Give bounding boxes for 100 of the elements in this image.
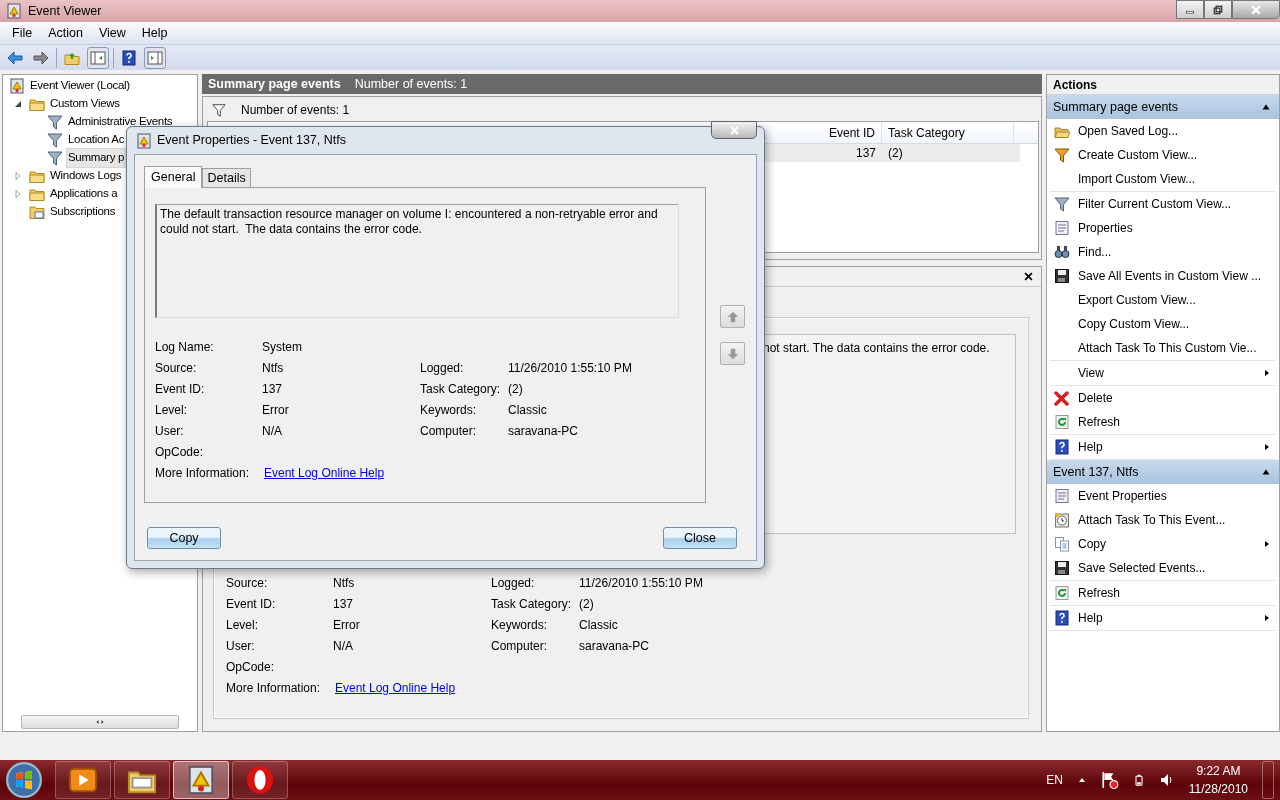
filter-icon xyxy=(211,103,227,117)
help-link[interactable]: Event Log Online Help xyxy=(264,463,385,482)
pane-command[interactable]: Open Saved Log... xyxy=(1050,119,1275,143)
filter-icon xyxy=(1054,196,1070,212)
grip-icon xyxy=(95,718,105,726)
flag-icon[interactable] xyxy=(1100,771,1119,789)
show-tree-button[interactable] xyxy=(87,46,109,69)
tree-item[interactable]: Subscriptions xyxy=(49,203,117,221)
field-value: Ntfs xyxy=(333,575,355,590)
close-icon xyxy=(728,124,740,136)
pane-command[interactable]: Help xyxy=(1050,606,1275,630)
pane-command[interactable]: Copy xyxy=(1050,532,1275,556)
taskbar-button[interactable] xyxy=(232,761,288,799)
log-icon xyxy=(9,78,25,94)
pane-command[interactable]: Export Custom View... xyxy=(1050,288,1275,312)
field-value: 11/26/2010 1:55:10 PM xyxy=(508,360,632,375)
copy-icon xyxy=(1054,536,1070,552)
pane-command[interactable]: Save Selected Events... xyxy=(1050,556,1275,580)
taskbar-button[interactable] xyxy=(55,761,111,799)
next-button[interactable] xyxy=(720,342,745,365)
collapse-arrow-icon[interactable] xyxy=(14,100,22,108)
pane-title: Actions xyxy=(1047,75,1279,95)
tab[interactable]: Details xyxy=(202,168,251,187)
pane-command[interactable]: Filter Current Custom View... xyxy=(1050,192,1275,216)
description-field[interactable]: The default transaction resource manager on volume I: encountered a non-retryable error and could not start. The data contains the error code. xyxy=(155,204,679,318)
field-label: More Information: xyxy=(226,680,321,695)
field-label: User: xyxy=(226,638,255,653)
folder-icon xyxy=(29,204,45,220)
field-label: Source: xyxy=(155,360,197,375)
pane-command[interactable]: Copy Custom View... xyxy=(1050,312,1275,336)
log-icon xyxy=(186,765,216,795)
field-value: Error xyxy=(262,402,289,417)
field-value: saravana-PC xyxy=(508,423,579,438)
menu-item[interactable]: View xyxy=(90,23,134,43)
restore-button[interactable] xyxy=(1204,0,1232,19)
column-header[interactable]: Event ID xyxy=(766,122,882,143)
pane-title: Summary page events xyxy=(208,75,341,93)
section-header[interactable]: Summary page events xyxy=(1047,95,1279,119)
dialog-button[interactable]: Copy xyxy=(147,527,221,549)
pane-command[interactable]: Refresh xyxy=(1050,581,1275,605)
dialog-button[interactable]: Close xyxy=(663,527,737,549)
tree-item[interactable]: Summary p xyxy=(67,149,126,167)
tree-item[interactable]: Event Viewer (Local) xyxy=(29,77,131,95)
field-label: OpCode: xyxy=(155,444,204,459)
tab[interactable]: General xyxy=(144,166,203,188)
pane-command[interactable]: View xyxy=(1050,361,1275,385)
event-count: Number of events: 1 xyxy=(354,75,468,93)
section-title: Summary page events xyxy=(1053,98,1179,116)
field-value: Ntfs xyxy=(262,360,284,375)
tree-item[interactable]: Location Ac xyxy=(67,131,126,149)
field-label: Source: xyxy=(226,575,268,590)
tree-item[interactable]: Applications a xyxy=(49,185,119,203)
pane-command[interactable]: Delete xyxy=(1050,386,1275,410)
media-player-icon xyxy=(68,765,98,795)
restore-icon xyxy=(1213,4,1223,15)
section-header[interactable]: Event 137, Ntfs xyxy=(1047,460,1279,484)
field-value: 137 xyxy=(333,596,354,611)
show-hidden-icons-icon[interactable] xyxy=(1076,776,1087,784)
help-link[interactable]: Event Log Online Help xyxy=(335,678,456,697)
pane-command[interactable]: Save All Events in Custom View ... xyxy=(1050,264,1275,288)
speaker-icon[interactable] xyxy=(1158,772,1175,788)
pane-command[interactable]: Attach Task To This Custom Vie... xyxy=(1050,336,1275,360)
previous-button[interactable] xyxy=(720,305,745,328)
tree-item[interactable]: Administrative Events xyxy=(67,113,174,131)
pane-command[interactable]: Help xyxy=(1050,435,1275,459)
pane-command[interactable]: Attach Task To This Event... xyxy=(1050,508,1275,532)
field-label: Log Name: xyxy=(155,339,214,354)
close-icon[interactable] xyxy=(1024,272,1033,281)
pane-command[interactable]: Import Custom View... xyxy=(1050,167,1275,191)
field-label: Level: xyxy=(226,617,259,632)
refresh-icon xyxy=(1054,585,1070,601)
close-button[interactable] xyxy=(711,121,757,139)
windows-logo-icon[interactable] xyxy=(6,762,42,798)
taskbar-button[interactable] xyxy=(173,761,229,799)
tree-item[interactable]: Custom Views xyxy=(49,95,121,113)
event-count: Number of events: 1 xyxy=(241,102,350,119)
menu-item[interactable]: Action xyxy=(40,23,91,43)
filter-icon xyxy=(47,132,63,148)
tree-item[interactable]: Windows Logs xyxy=(49,167,123,185)
dialog-title: Event Properties - Event 137, Ntfs xyxy=(157,132,346,150)
help-icon xyxy=(1054,610,1070,626)
field-value: System xyxy=(262,339,302,354)
show-desktop-button[interactable] xyxy=(1262,761,1274,799)
scrollbar-thumb[interactable] xyxy=(21,715,179,729)
clock[interactable]: 9:22 AM 11/28/2010 xyxy=(1188,762,1248,798)
field-value: Classic xyxy=(508,402,547,417)
pane-command[interactable]: Properties xyxy=(1050,216,1275,240)
menu-item[interactable]: Help xyxy=(133,23,176,43)
minimize-button[interactable] xyxy=(1176,0,1204,19)
taskbar-button[interactable] xyxy=(114,761,170,799)
language-indicator[interactable]: EN xyxy=(1046,771,1063,789)
close-button[interactable] xyxy=(1232,0,1280,19)
column-header[interactable]: Task Category xyxy=(882,122,1014,143)
pane-command[interactable]: Refresh xyxy=(1050,410,1275,434)
menu-item[interactable]: File xyxy=(4,23,41,43)
pane-command[interactable]: Event Properties xyxy=(1050,484,1275,508)
pane-command[interactable]: Create Custom View... xyxy=(1050,143,1275,167)
show-actions-icon xyxy=(147,49,163,66)
opera-icon xyxy=(245,765,275,795)
pane-command[interactable]: Find... xyxy=(1050,240,1275,264)
